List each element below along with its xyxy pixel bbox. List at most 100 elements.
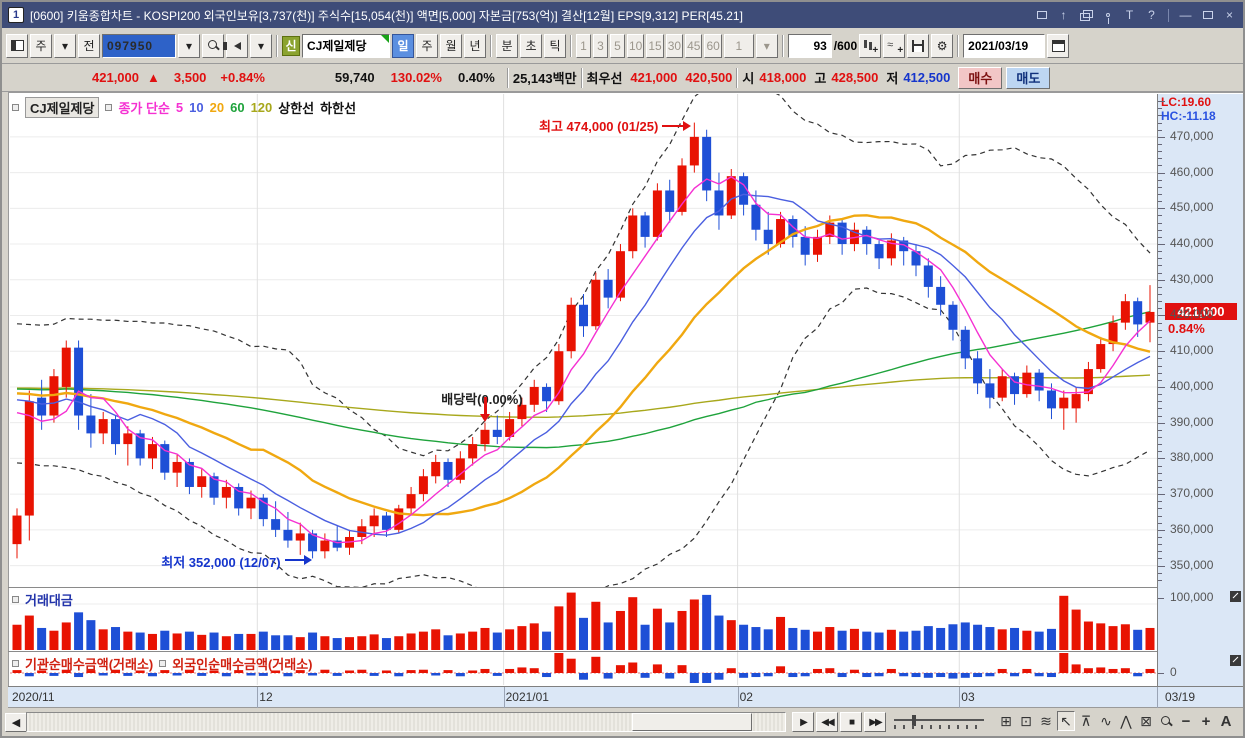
upper-band-legend: 상한선 xyxy=(278,101,315,116)
add-indicator-icon[interactable] xyxy=(859,33,882,58)
main-chart-panel[interactable]: CJ제일제당 종가 단순 5 10 20 60 120 상한선 하한선 최고 4… xyxy=(10,94,1157,587)
minute-button-30[interactable]: 30 xyxy=(665,33,684,58)
legend-toggle[interactable] xyxy=(12,596,19,603)
axis-tick xyxy=(1158,401,1162,403)
toolbar-separator xyxy=(490,34,492,57)
tab-second[interactable]: 초 xyxy=(520,33,542,58)
minute-button-60[interactable]: 60 xyxy=(704,33,722,58)
save-icon[interactable] xyxy=(907,33,930,58)
tab-monthly[interactable]: 월 xyxy=(440,33,462,58)
main-chart-canvas[interactable] xyxy=(10,94,1157,587)
step-back-button[interactable]: ◀◀ xyxy=(816,712,838,732)
search-icon[interactable] xyxy=(202,33,224,58)
best-quote-label: 최우선 xyxy=(586,71,623,86)
axis-tick xyxy=(1158,165,1162,167)
prev-stock-button[interactable]: 전 xyxy=(78,33,100,58)
step-forward-button[interactable]: ▶▶ xyxy=(864,712,886,732)
legend-toggle[interactable] xyxy=(12,104,19,111)
axis-tick xyxy=(1158,673,1164,674)
popout-icon[interactable] xyxy=(1034,8,1049,22)
volume-panel[interactable]: 거래대금 xyxy=(10,588,1157,651)
candles-layer xyxy=(12,122,1155,559)
speed-slider[interactable] xyxy=(894,715,984,729)
sound-dropdown[interactable]: ▾ xyxy=(250,33,272,58)
dock-panel-button[interactable] xyxy=(6,33,28,58)
stock-code-input[interactable]: 097950 xyxy=(102,33,176,58)
add-pane-icon[interactable]: ⊞ xyxy=(997,711,1015,731)
legend-toggle[interactable] xyxy=(105,104,113,111)
settings-gear-icon[interactable]: ⚙ xyxy=(931,33,954,58)
crosshair-tool-icon[interactable]: ↖ xyxy=(1057,711,1075,731)
minute-button-10[interactable]: 10 xyxy=(627,33,645,58)
calendar-icon[interactable] xyxy=(1047,33,1070,58)
axis-tick xyxy=(1158,379,1162,381)
buy-button[interactable]: 매수 xyxy=(958,66,1003,89)
legend-toggle[interactable] xyxy=(159,660,167,667)
sound-icon[interactable] xyxy=(222,33,248,58)
help-icon[interactable]: ? xyxy=(1144,8,1159,22)
draw-tool-icon[interactable]: ⋀ xyxy=(1117,711,1135,731)
stock-name-field[interactable]: CJ제일제당 xyxy=(302,33,390,58)
zoom-out-button[interactable]: − xyxy=(1177,711,1195,731)
legend-toggle[interactable] xyxy=(12,660,19,667)
date-separator xyxy=(959,687,961,708)
maximize-panel-icon[interactable] xyxy=(1230,655,1241,666)
axis-tick xyxy=(1158,515,1162,517)
cascade-icon[interactable]: ⊡ xyxy=(1017,711,1035,731)
minimize-button[interactable]: — xyxy=(1178,8,1193,22)
tab-minute[interactable]: 분 xyxy=(496,33,518,58)
text-tool-icon[interactable]: T xyxy=(1122,8,1137,22)
zoom-icon[interactable] xyxy=(1157,711,1175,731)
sell-button[interactable]: 매도 xyxy=(1006,66,1051,89)
axis-tick xyxy=(1158,551,1162,553)
zoom-in-button[interactable]: + xyxy=(1197,711,1215,731)
tab-weekly[interactable]: 주 xyxy=(416,33,438,58)
bar-count-input[interactable]: 93 xyxy=(787,33,832,58)
minute-button-1[interactable]: 1 xyxy=(576,33,591,58)
band-overlay-icon[interactable]: ≋ xyxy=(1037,711,1055,731)
price-axis-label: 380,000 xyxy=(1170,450,1214,465)
date-axis[interactable]: 03/19 2020/11 12 2021/01 02 03 xyxy=(8,686,1243,708)
chart-scrollbar-thumb[interactable] xyxy=(632,713,752,731)
restore-button[interactable] xyxy=(1200,8,1215,22)
tab-daily[interactable]: 일 xyxy=(392,33,414,58)
low-price: 412,500 xyxy=(903,70,951,85)
cycle-type-dropdown[interactable]: ▾ xyxy=(54,33,76,58)
axis-tick xyxy=(1158,194,1162,196)
tab-yearly[interactable]: 년 xyxy=(464,33,486,58)
axis-tick xyxy=(1158,372,1162,374)
price-axis-label: 440,000 xyxy=(1170,236,1214,251)
code-dropdown[interactable]: ▾ xyxy=(178,33,200,58)
stop-button[interactable]: ■ xyxy=(840,712,862,732)
net-buy-panel[interactable]: 기관순매수금액(거래소) 외국인순매수금액(거래소) xyxy=(10,652,1157,685)
minute-button-45[interactable]: 45 xyxy=(685,33,703,58)
peak-tool-icon[interactable]: ⊼ xyxy=(1077,711,1095,731)
move-to-top-icon[interactable]: ↑ xyxy=(1056,8,1071,22)
chart-window: 1 [0600] 키움종합차트 - KOSPI200 외국인보유[3,737(천… xyxy=(0,0,1245,738)
date-separator xyxy=(503,687,505,708)
foreigner-net-label: 외국인순매수금액(거래소) xyxy=(172,657,313,672)
duplicate-window-icon[interactable] xyxy=(1078,8,1093,22)
wave-tool-icon[interactable]: ∿ xyxy=(1097,711,1115,731)
close-button[interactable]: × xyxy=(1222,8,1237,22)
minute-combo-dropdown[interactable]: ▾ xyxy=(755,33,778,58)
font-size-button[interactable]: A xyxy=(1217,711,1235,731)
volume-chart-canvas[interactable] xyxy=(10,588,1157,651)
scroll-left-button[interactable]: ◀ xyxy=(5,712,27,732)
minute-button-3[interactable]: 3 xyxy=(593,33,608,58)
minute-button-15[interactable]: 15 xyxy=(646,33,664,58)
price-axis[interactable]: LC:19.60 HC:-11.18 421,000 0.84% 100,000… xyxy=(1157,94,1243,686)
pin-icon[interactable] xyxy=(1100,8,1115,24)
price-change: 3,500 xyxy=(173,70,207,85)
chart-settings-icon[interactable]: ⊠ xyxy=(1137,711,1155,731)
volume-ratio: 130.02% xyxy=(390,70,442,85)
play-button[interactable]: ▶ xyxy=(792,712,814,732)
tab-tick[interactable]: 틱 xyxy=(544,33,566,58)
maximize-panel-icon[interactable] xyxy=(1230,591,1241,602)
date-input[interactable]: 2021/03/19 xyxy=(963,33,1046,58)
open-price: 418,000 xyxy=(759,70,807,85)
minute-combo[interactable]: 1 xyxy=(723,33,754,58)
add-overlay-icon[interactable]: ≈ xyxy=(883,33,906,58)
cycle-type-button[interactable]: 주 xyxy=(30,33,52,58)
minute-button-5[interactable]: 5 xyxy=(610,33,625,58)
